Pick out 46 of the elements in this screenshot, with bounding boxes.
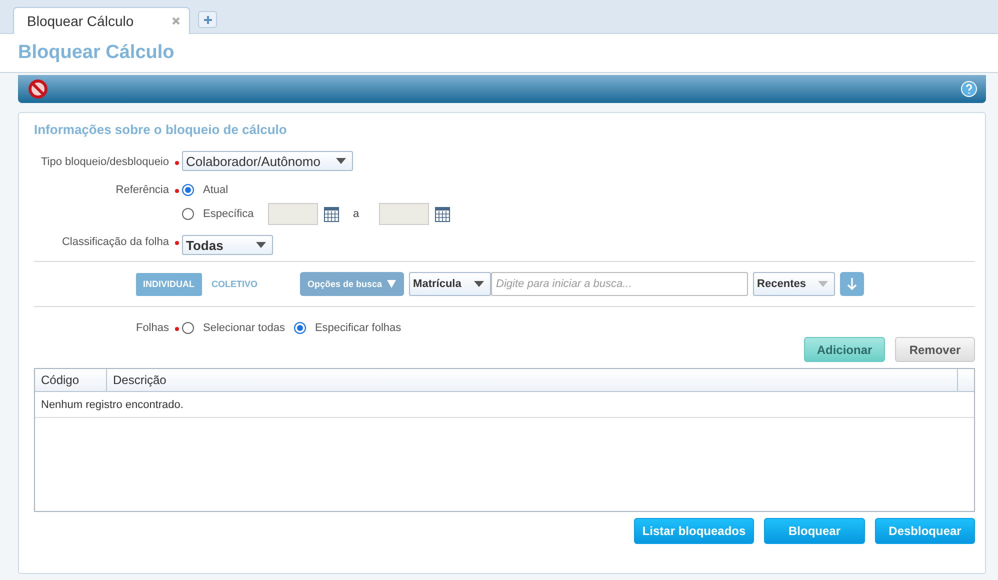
close-icon[interactable]: [172, 17, 180, 25]
page-tab[interactable]: Bloquear Cálculo: [13, 7, 190, 34]
caret-icon: [474, 281, 484, 287]
section-title: Informações sobre o bloqueio de cálculo: [34, 122, 288, 137]
mode-tab[interactable]: COLETIVO: [204, 272, 265, 296]
new-tab-button[interactable]: [198, 11, 217, 28]
action-button[interactable]: Desbloquear: [875, 518, 975, 544]
field-label: Folhas: [136, 322, 169, 334]
prohibited-icon[interactable]: [28, 79, 48, 99]
empty-message: Nenhum registro encontrado.: [35, 392, 974, 418]
radio-label: Atual: [203, 184, 230, 196]
radio-label: Específica: [203, 208, 255, 220]
field-label: Tipo bloqueio/desbloqueio: [40, 156, 169, 168]
search-options-button[interactable]: Opções de busca: [300, 272, 404, 296]
field-label: Classificação da folha: [62, 236, 169, 248]
radio-label: Selecionar todas: [203, 322, 285, 334]
range-separator: a: [353, 208, 360, 220]
column-header: Descrição: [107, 369, 958, 391]
mode-tab[interactable]: INDIVIDUAL: [136, 272, 202, 296]
calendar-icon[interactable]: [324, 206, 339, 222]
arrow-down-icon: [847, 278, 858, 290]
action-button[interactable]: Listar bloqueados: [634, 518, 754, 544]
radio-button[interactable]: [182, 208, 194, 220]
down-arrow-button[interactable]: [840, 272, 864, 296]
caret-icon: [818, 281, 828, 287]
field-label: Referência: [116, 184, 169, 196]
remove-button[interactable]: Remover: [895, 337, 975, 362]
help-icon[interactable]: [961, 81, 977, 97]
dropdown[interactable]: Colaborador/Autônomo: [182, 151, 353, 171]
dropdown[interactable]: Todas: [182, 235, 273, 255]
search-field-dropdown[interactable]: Matrícula: [409, 272, 492, 296]
calendar-icon[interactable]: [435, 206, 450, 222]
radio-button[interactable]: [182, 184, 194, 196]
caret-icon: [256, 242, 266, 248]
radio-label: Especificar folhas: [314, 322, 402, 334]
radio-button[interactable]: [182, 322, 194, 334]
column-header: Código: [35, 369, 107, 391]
search-field[interactable]: Digite para iniciar a busca...: [491, 272, 748, 296]
radio-button[interactable]: [294, 322, 306, 334]
add-button[interactable]: Adicionar: [804, 337, 885, 362]
caret-icon: [336, 158, 346, 164]
action-button[interactable]: Bloquear: [764, 518, 865, 544]
caret-icon: [387, 280, 396, 288]
page-title: Bloquear Cálculo: [18, 42, 174, 64]
plus-icon: [202, 14, 212, 24]
recent-dropdown[interactable]: Recentes: [753, 272, 836, 296]
